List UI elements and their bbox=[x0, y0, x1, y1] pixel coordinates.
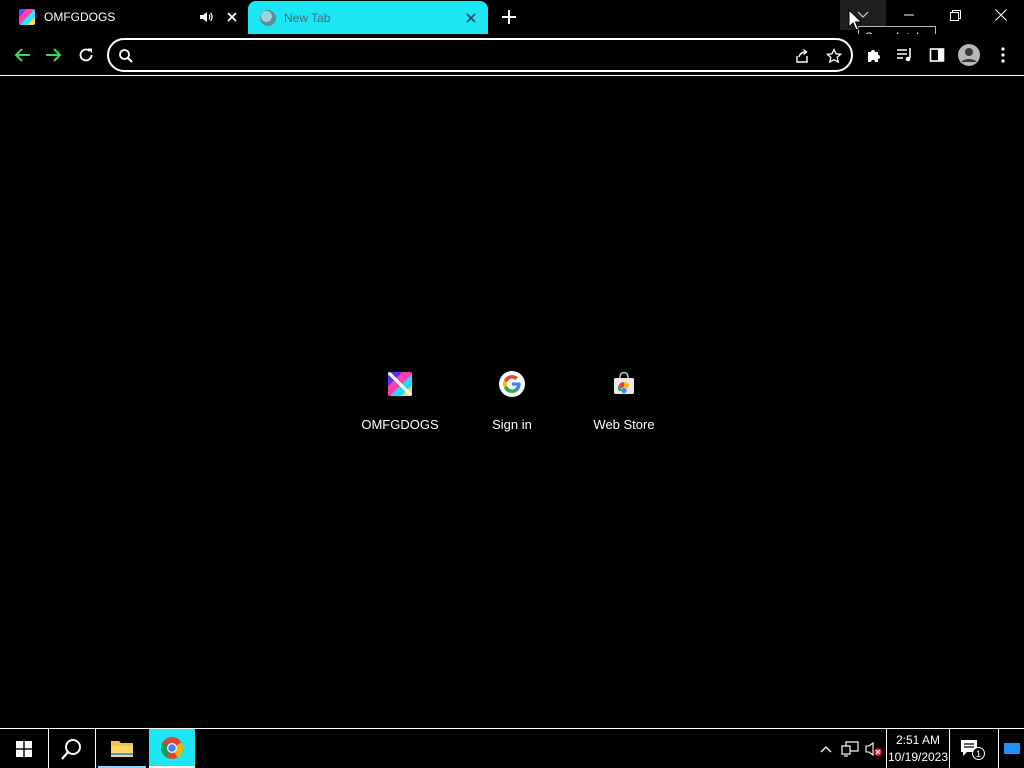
show-desktop-button[interactable] bbox=[998, 729, 1024, 768]
new-tab-button[interactable] bbox=[498, 6, 520, 28]
restore-icon bbox=[949, 9, 961, 21]
address-bar[interactable] bbox=[107, 38, 853, 72]
tab-new-tab[interactable]: New Tab bbox=[248, 1, 488, 34]
profile-button[interactable] bbox=[956, 42, 982, 68]
mouse-cursor-icon bbox=[848, 9, 862, 31]
chrome-icon bbox=[161, 736, 183, 759]
close-tab-icon[interactable] bbox=[463, 10, 479, 26]
volume-button[interactable] bbox=[862, 729, 886, 768]
shortcut-web-store[interactable]: Web Store bbox=[568, 360, 680, 452]
avatar-icon bbox=[958, 44, 980, 66]
back-arrow-icon bbox=[14, 48, 30, 62]
windows-logo-icon bbox=[16, 741, 32, 757]
reload-button[interactable] bbox=[73, 42, 99, 68]
music-queue-icon bbox=[897, 48, 911, 62]
forward-button[interactable] bbox=[41, 42, 67, 68]
shortcut-label: OMFGDOGS bbox=[361, 417, 439, 432]
start-button[interactable] bbox=[0, 729, 48, 768]
speaker-icon[interactable] bbox=[198, 9, 214, 25]
clock-time: 2:51 AM bbox=[895, 733, 941, 747]
side-panel-icon bbox=[929, 48, 945, 62]
folder-icon bbox=[111, 740, 133, 757]
search-icon bbox=[61, 739, 81, 760]
globe-icon bbox=[260, 9, 276, 26]
close-icon bbox=[995, 9, 1007, 21]
network-button[interactable] bbox=[838, 729, 862, 768]
network-icon bbox=[841, 741, 859, 757]
restore-button[interactable] bbox=[932, 0, 978, 30]
bookmark-star-icon[interactable] bbox=[826, 48, 842, 64]
shortcut-omfgdogs[interactable]: OMFGDOGS bbox=[344, 360, 456, 452]
action-center-button[interactable]: 1 bbox=[956, 729, 986, 768]
media-control-button[interactable] bbox=[892, 42, 918, 68]
kebab-menu-icon bbox=[1001, 47, 1005, 63]
menu-button[interactable] bbox=[990, 42, 1016, 68]
show-hidden-icons-button[interactable] bbox=[814, 729, 838, 768]
desktop-icon bbox=[1003, 743, 1020, 754]
shortcut-label: Web Store bbox=[593, 417, 655, 432]
minimize-icon bbox=[904, 14, 914, 16]
browser-toolbar bbox=[0, 34, 1024, 76]
google-icon bbox=[499, 371, 525, 397]
notification-count-badge: 1 bbox=[972, 747, 985, 760]
tab-omfgdogs[interactable]: OMFGDOGS bbox=[0, 0, 246, 34]
close-tab-icon[interactable] bbox=[224, 9, 240, 25]
chrome-taskbar-button[interactable] bbox=[149, 729, 195, 768]
share-icon[interactable] bbox=[794, 48, 810, 64]
shortcut-sign-in[interactable]: Sign in bbox=[456, 360, 568, 452]
omfgdogs-favicon-icon bbox=[19, 9, 35, 25]
omfgdogs-icon bbox=[388, 372, 412, 396]
taskbar-search-button[interactable] bbox=[48, 729, 96, 768]
taskbar: 2:51 AM 10/19/2023 1 bbox=[0, 728, 1024, 768]
file-explorer-button[interactable] bbox=[98, 729, 146, 768]
tab-title: OMFGDOGS bbox=[44, 10, 116, 24]
puzzle-icon bbox=[868, 50, 880, 62]
plus-icon bbox=[502, 10, 516, 24]
search-icon bbox=[119, 49, 133, 63]
address-input[interactable] bbox=[141, 44, 781, 66]
shortcut-label: Sign in bbox=[492, 417, 532, 432]
volume-muted-icon bbox=[865, 741, 882, 757]
close-window-button[interactable] bbox=[978, 0, 1024, 30]
chevron-up-icon bbox=[820, 746, 832, 753]
extensions-button[interactable] bbox=[861, 42, 887, 68]
tab-strip: OMFGDOGS New Tab Search tabs bbox=[0, 0, 1024, 48]
reload-icon bbox=[79, 48, 93, 62]
system-clock[interactable]: 2:51 AM 10/19/2023 bbox=[886, 729, 950, 768]
side-panel-button[interactable] bbox=[924, 42, 950, 68]
clock-date: 10/19/2023 bbox=[887, 750, 949, 764]
tab-title: New Tab bbox=[284, 10, 331, 25]
back-button[interactable] bbox=[9, 42, 35, 68]
web-store-icon bbox=[614, 372, 634, 394]
forward-arrow-icon bbox=[46, 48, 62, 62]
